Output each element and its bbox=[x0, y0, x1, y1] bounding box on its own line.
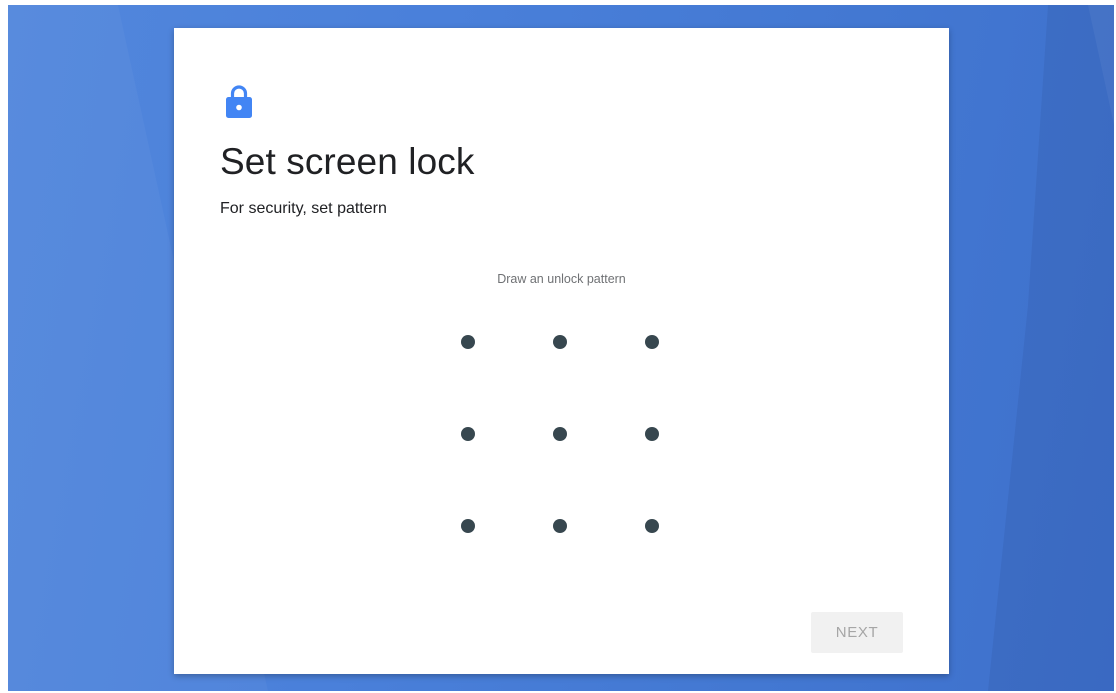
pattern-dot-1[interactable] bbox=[461, 335, 475, 349]
pattern-dot-3[interactable] bbox=[645, 335, 659, 349]
screen-lock-dialog: Set screen lock For security, set patter… bbox=[174, 28, 949, 674]
lock-icon bbox=[226, 85, 252, 118]
pattern-dot-9[interactable] bbox=[645, 519, 659, 533]
pattern-dot-7[interactable] bbox=[461, 519, 475, 533]
pattern-dot-6[interactable] bbox=[645, 427, 659, 441]
pattern-dot-5[interactable] bbox=[553, 427, 567, 441]
background-facet bbox=[1088, 5, 1114, 125]
page-title: Set screen lock bbox=[220, 141, 475, 182]
pattern-hint: Draw an unlock pattern bbox=[497, 272, 626, 286]
unlock-pattern-grid[interactable] bbox=[420, 294, 696, 570]
next-button[interactable]: NEXT bbox=[811, 612, 903, 653]
pattern-dot-2[interactable] bbox=[553, 335, 567, 349]
pattern-dot-4[interactable] bbox=[461, 427, 475, 441]
pattern-dot-8[interactable] bbox=[553, 519, 567, 533]
page-subtitle: For security, set pattern bbox=[220, 200, 387, 217]
